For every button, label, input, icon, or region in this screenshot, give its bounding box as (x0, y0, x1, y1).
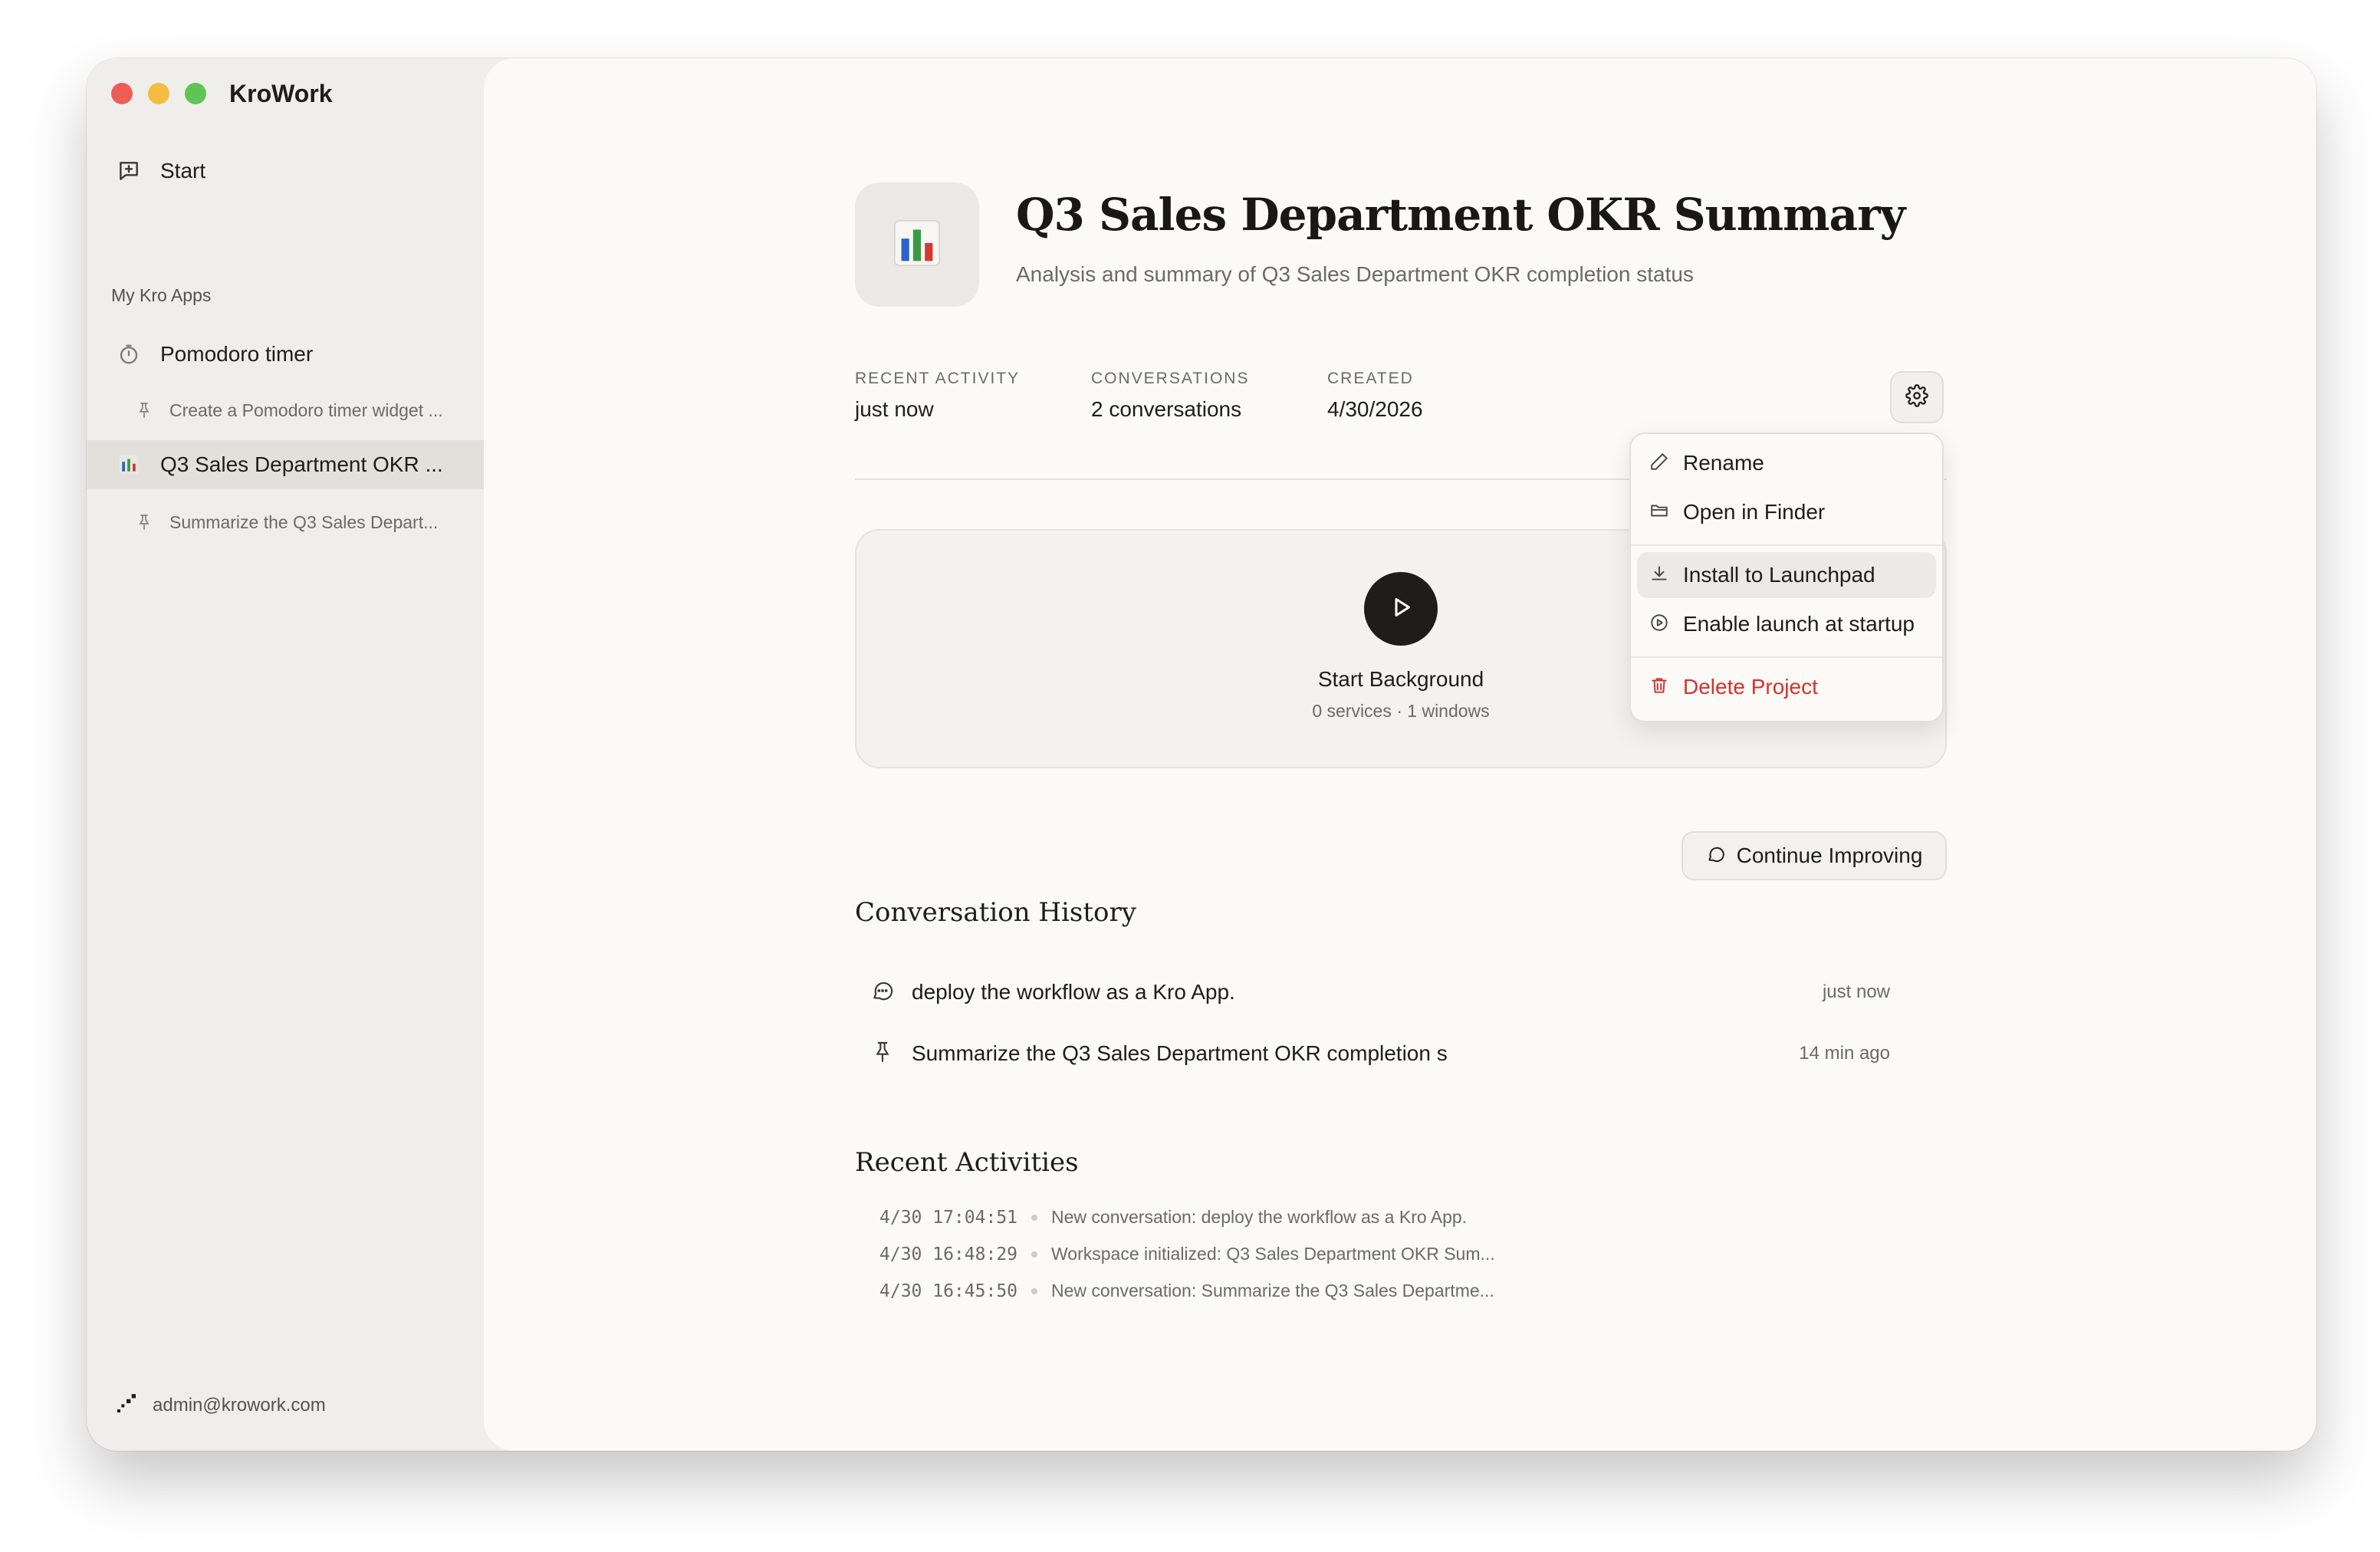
bullet-separator (1031, 1251, 1038, 1258)
window-controls (111, 83, 206, 104)
stat-value: 4/30/2026 (1327, 397, 1423, 421)
sidebar-item-label: Q3 Sales Department OKR ... (160, 452, 443, 476)
activity-row: 4/30 16:48:29 Workspace initialized: Q3 … (879, 1244, 1495, 1264)
chat-bubble-icon (870, 978, 895, 1007)
minimize-window-button[interactable] (148, 83, 169, 104)
section-label-my-apps: My Kro Apps (111, 285, 212, 305)
sidebar-subitem-q3-conversation[interactable]: Summarize the Q3 Sales Depart... (87, 501, 484, 543)
play-icon (1387, 594, 1415, 625)
timer-icon (116, 341, 142, 367)
pencil-icon (1649, 452, 1669, 475)
continue-improving-button[interactable]: Continue Improving (1681, 831, 1947, 880)
folder-open-icon (1649, 501, 1669, 524)
menu-item-install-to-launchpad[interactable]: Install to Launchpad (1637, 552, 1936, 598)
sidebar-subitem-label: Create a Pomodoro timer widget ... (169, 400, 443, 420)
user-email: admin@krowork.com (153, 1394, 326, 1416)
page-title: Q3 Sales Department OKR Summary (1016, 189, 1905, 241)
menu-item-label: Enable launch at startup (1683, 612, 1915, 636)
conversation-row[interactable]: deploy the workflow as a Kro App. just n… (870, 969, 1890, 1015)
sidebar-item-q3-sales-okr[interactable]: Q3 Sales Department OKR ... (87, 440, 484, 489)
bar-chart-icon (116, 452, 142, 478)
stat-label: RECENT ACTIVITY (855, 370, 1021, 387)
user-account[interactable]: admin@krowork.com (114, 1391, 326, 1419)
activity-timestamp: 4/30 16:48:29 (879, 1244, 1018, 1264)
sidebar-item-start[interactable]: Start (87, 147, 484, 195)
pin-icon (870, 1040, 895, 1068)
sidebar-subitem-pomodoro-conversation[interactable]: Create a Pomodoro timer widget ... (87, 390, 484, 431)
download-icon (1649, 564, 1669, 587)
stat-conversations: CONVERSATIONS 2 conversations (1091, 370, 1249, 422)
user-avatar-icon (114, 1391, 139, 1419)
menu-separator (1631, 656, 1942, 658)
bar-chart-icon (890, 216, 944, 274)
menu-item-delete-project[interactable]: Delete Project (1637, 664, 1936, 710)
settings-dropdown-menu: Rename Open in Finder Install to Launchp… (1629, 432, 1944, 722)
menu-item-rename[interactable]: Rename (1637, 440, 1936, 486)
zoom-window-button[interactable] (185, 83, 206, 104)
menu-separator (1631, 544, 1942, 546)
sidebar-item-label: Pomodoro timer (160, 342, 314, 366)
menu-item-label: Install to Launchpad (1683, 563, 1875, 587)
activity-timestamp: 4/30 17:04:51 (879, 1207, 1018, 1228)
trash-icon (1649, 676, 1669, 699)
stat-value: just now (855, 397, 934, 421)
app-window: KroWork Start My Kro Apps Pomodoro timer… (87, 58, 2316, 1451)
sidebar-item-pomodoro[interactable]: Pomodoro timer (87, 330, 484, 379)
main-panel: Q3 Sales Department OKR Summary Analysis… (484, 58, 2316, 1451)
sidebar-item-label: Start (160, 159, 206, 182)
button-label: Continue Improving (1736, 843, 1923, 867)
start-background-button[interactable] (1364, 572, 1438, 646)
recent-activities-heading: Recent Activities (855, 1147, 1079, 1178)
close-window-button[interactable] (111, 83, 133, 104)
app-name: KroWork (229, 80, 333, 107)
stat-label: CREATED (1327, 370, 1414, 387)
activity-text: Workspace initialized: Q3 Sales Departme… (1051, 1244, 1495, 1264)
activity-text: New conversation: deploy the workflow as… (1051, 1207, 1468, 1227)
menu-item-label: Delete Project (1683, 675, 1818, 699)
settings-button[interactable] (1890, 371, 1944, 423)
menu-item-label: Open in Finder (1683, 500, 1826, 524)
stat-created: CREATED 4/30/2026 (1327, 370, 1423, 422)
stat-label: CONVERSATIONS (1091, 370, 1250, 387)
gear-icon (1905, 383, 1928, 411)
new-chat-icon (116, 158, 142, 184)
stat-recent-activity: RECENT ACTIVITY just now (855, 370, 1020, 422)
menu-item-enable-launch-at-startup[interactable]: Enable launch at startup (1637, 601, 1936, 647)
conversation-time: 14 min ago (1799, 1043, 1890, 1064)
bullet-separator (1031, 1287, 1038, 1294)
conversation-history-heading: Conversation History (855, 897, 1136, 928)
activity-timestamp: 4/30 16:45:50 (879, 1281, 1018, 1301)
activity-row: 4/30 17:04:51 New conversation: deploy t… (879, 1207, 1467, 1228)
pin-icon (131, 397, 157, 423)
menu-item-label: Rename (1683, 451, 1764, 475)
activity-row: 4/30 16:45:50 New conversation: Summariz… (879, 1281, 1494, 1301)
stat-value: 2 conversations (1091, 397, 1242, 421)
conversation-time: just now (1822, 982, 1890, 1002)
chat-bubble-icon (1706, 844, 1726, 868)
conversation-row[interactable]: Summarize the Q3 Sales Department OKR co… (870, 1031, 1890, 1077)
sidebar-subitem-label: Summarize the Q3 Sales Depart... (169, 511, 439, 532)
conversation-title: Summarize the Q3 Sales Department OKR co… (912, 1041, 1448, 1065)
bullet-separator (1031, 1214, 1038, 1221)
play-circle-icon (1649, 613, 1669, 636)
project-app-icon (855, 182, 979, 307)
activity-text: New conversation: Summarize the Q3 Sales… (1051, 1281, 1494, 1300)
conversation-title: deploy the workflow as a Kro App. (912, 980, 1235, 1004)
sidebar: KroWork Start My Kro Apps Pomodoro timer… (87, 58, 484, 1451)
page-subtitle: Analysis and summary of Q3 Sales Departm… (1016, 262, 1694, 286)
menu-item-open-in-finder[interactable]: Open in Finder (1637, 489, 1936, 535)
pin-icon (131, 509, 157, 535)
